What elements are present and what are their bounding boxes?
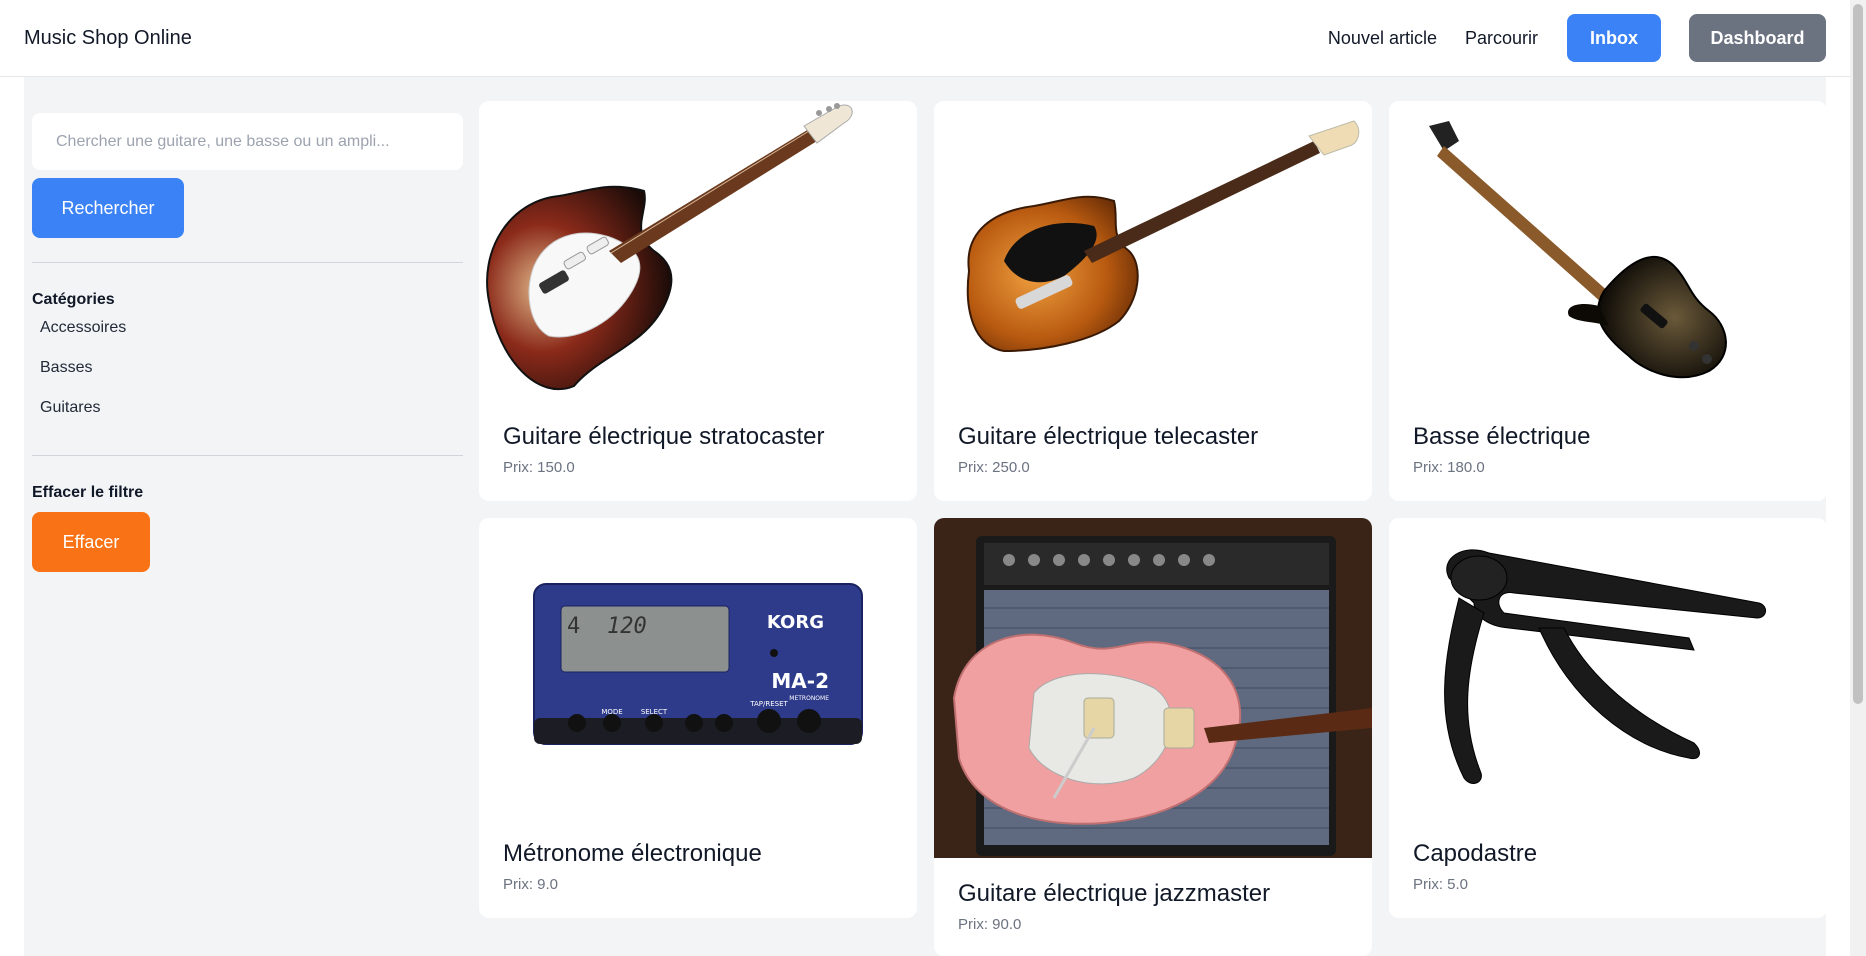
product-image-jazzmaster — [934, 518, 1372, 858]
product-image-bass — [1389, 101, 1827, 401]
product-title[interactable]: Métronome électronique — [479, 840, 917, 868]
clear-filter-title: Effacer le filtre — [32, 484, 144, 501]
metronome-model: MA-2 — [771, 669, 829, 693]
product-image-metronome: 4 120 KORG MA-2 METRONOME MODE SELECT TA… — [479, 518, 917, 818]
product-price: Prix: 90.0 — [958, 916, 1022, 933]
product-card[interactable]: Guitare électrique telecaster Prix: 250.… — [934, 101, 1372, 501]
product-price: Prix: 250.0 — [958, 459, 1030, 476]
page-scrollbar[interactable] — [1850, 0, 1866, 956]
category-basses[interactable]: Basses — [40, 359, 463, 381]
product-title[interactable]: Guitare électrique jazzmaster — [934, 880, 1372, 908]
divider — [32, 262, 463, 263]
product-title[interactable]: Guitare électrique stratocaster — [479, 423, 917, 451]
scrollbar-thumb[interactable] — [1853, 4, 1863, 704]
product-price: Prix: 180.0 — [1413, 459, 1485, 476]
filter-sidebar: Rechercher Catégories Accessoires Basses… — [32, 113, 463, 572]
product-image-capo — [1389, 518, 1827, 818]
product-price: Prix: 5.0 — [1413, 876, 1469, 893]
metronome-tempo: 120 — [607, 614, 647, 639]
nav-links: Nouvel article Parcourir Inbox Dashboard — [1300, 14, 1826, 62]
metronome-brand: KORG — [767, 612, 824, 633]
brand-title[interactable]: Music Shop Online — [24, 27, 192, 50]
search-input[interactable] — [32, 113, 463, 170]
divider — [32, 455, 463, 456]
product-image-telecaster — [934, 101, 1372, 401]
product-price: Prix: 150.0 — [503, 459, 575, 476]
product-title[interactable]: Capodastre — [1389, 840, 1827, 868]
product-title[interactable]: Guitare électrique telecaster — [934, 423, 1372, 451]
product-card[interactable]: 4 120 KORG MA-2 METRONOME MODE SELECT TA… — [479, 518, 917, 918]
category-guitares[interactable]: Guitares — [40, 399, 463, 421]
dashboard-button[interactable]: Dashboard — [1689, 14, 1826, 62]
top-navbar: Music Shop Online Nouvel article Parcour… — [0, 0, 1850, 77]
product-card[interactable]: Capodastre Prix: 5.0 — [1389, 518, 1827, 918]
product-card[interactable]: Guitare électrique stratocaster Prix: 15… — [479, 101, 917, 501]
main-content: Rechercher Catégories Accessoires Basses… — [24, 77, 1827, 956]
search-button[interactable]: Rechercher — [32, 178, 184, 238]
metronome-sub: METRONOME — [789, 695, 829, 702]
metronome-tap-label: TAP/RESET — [749, 700, 788, 708]
product-image-stratocaster — [479, 101, 917, 401]
product-card[interactable]: Guitare électrique jazzmaster Prix: 90.0 — [934, 518, 1372, 956]
product-card[interactable]: Basse électrique Prix: 180.0 — [1389, 101, 1827, 501]
clear-filter-button[interactable]: Effacer — [32, 512, 150, 572]
inbox-button[interactable]: Inbox — [1567, 14, 1661, 62]
nav-browse-link[interactable]: Parcourir — [1465, 28, 1538, 49]
metronome-beat: 4 — [567, 614, 580, 639]
category-accessoires[interactable]: Accessoires — [40, 319, 463, 341]
product-title[interactable]: Basse électrique — [1389, 423, 1827, 451]
nav-new-article-link[interactable]: Nouvel article — [1328, 28, 1437, 49]
product-price: Prix: 9.0 — [503, 876, 559, 893]
categories-title: Catégories — [32, 291, 115, 308]
